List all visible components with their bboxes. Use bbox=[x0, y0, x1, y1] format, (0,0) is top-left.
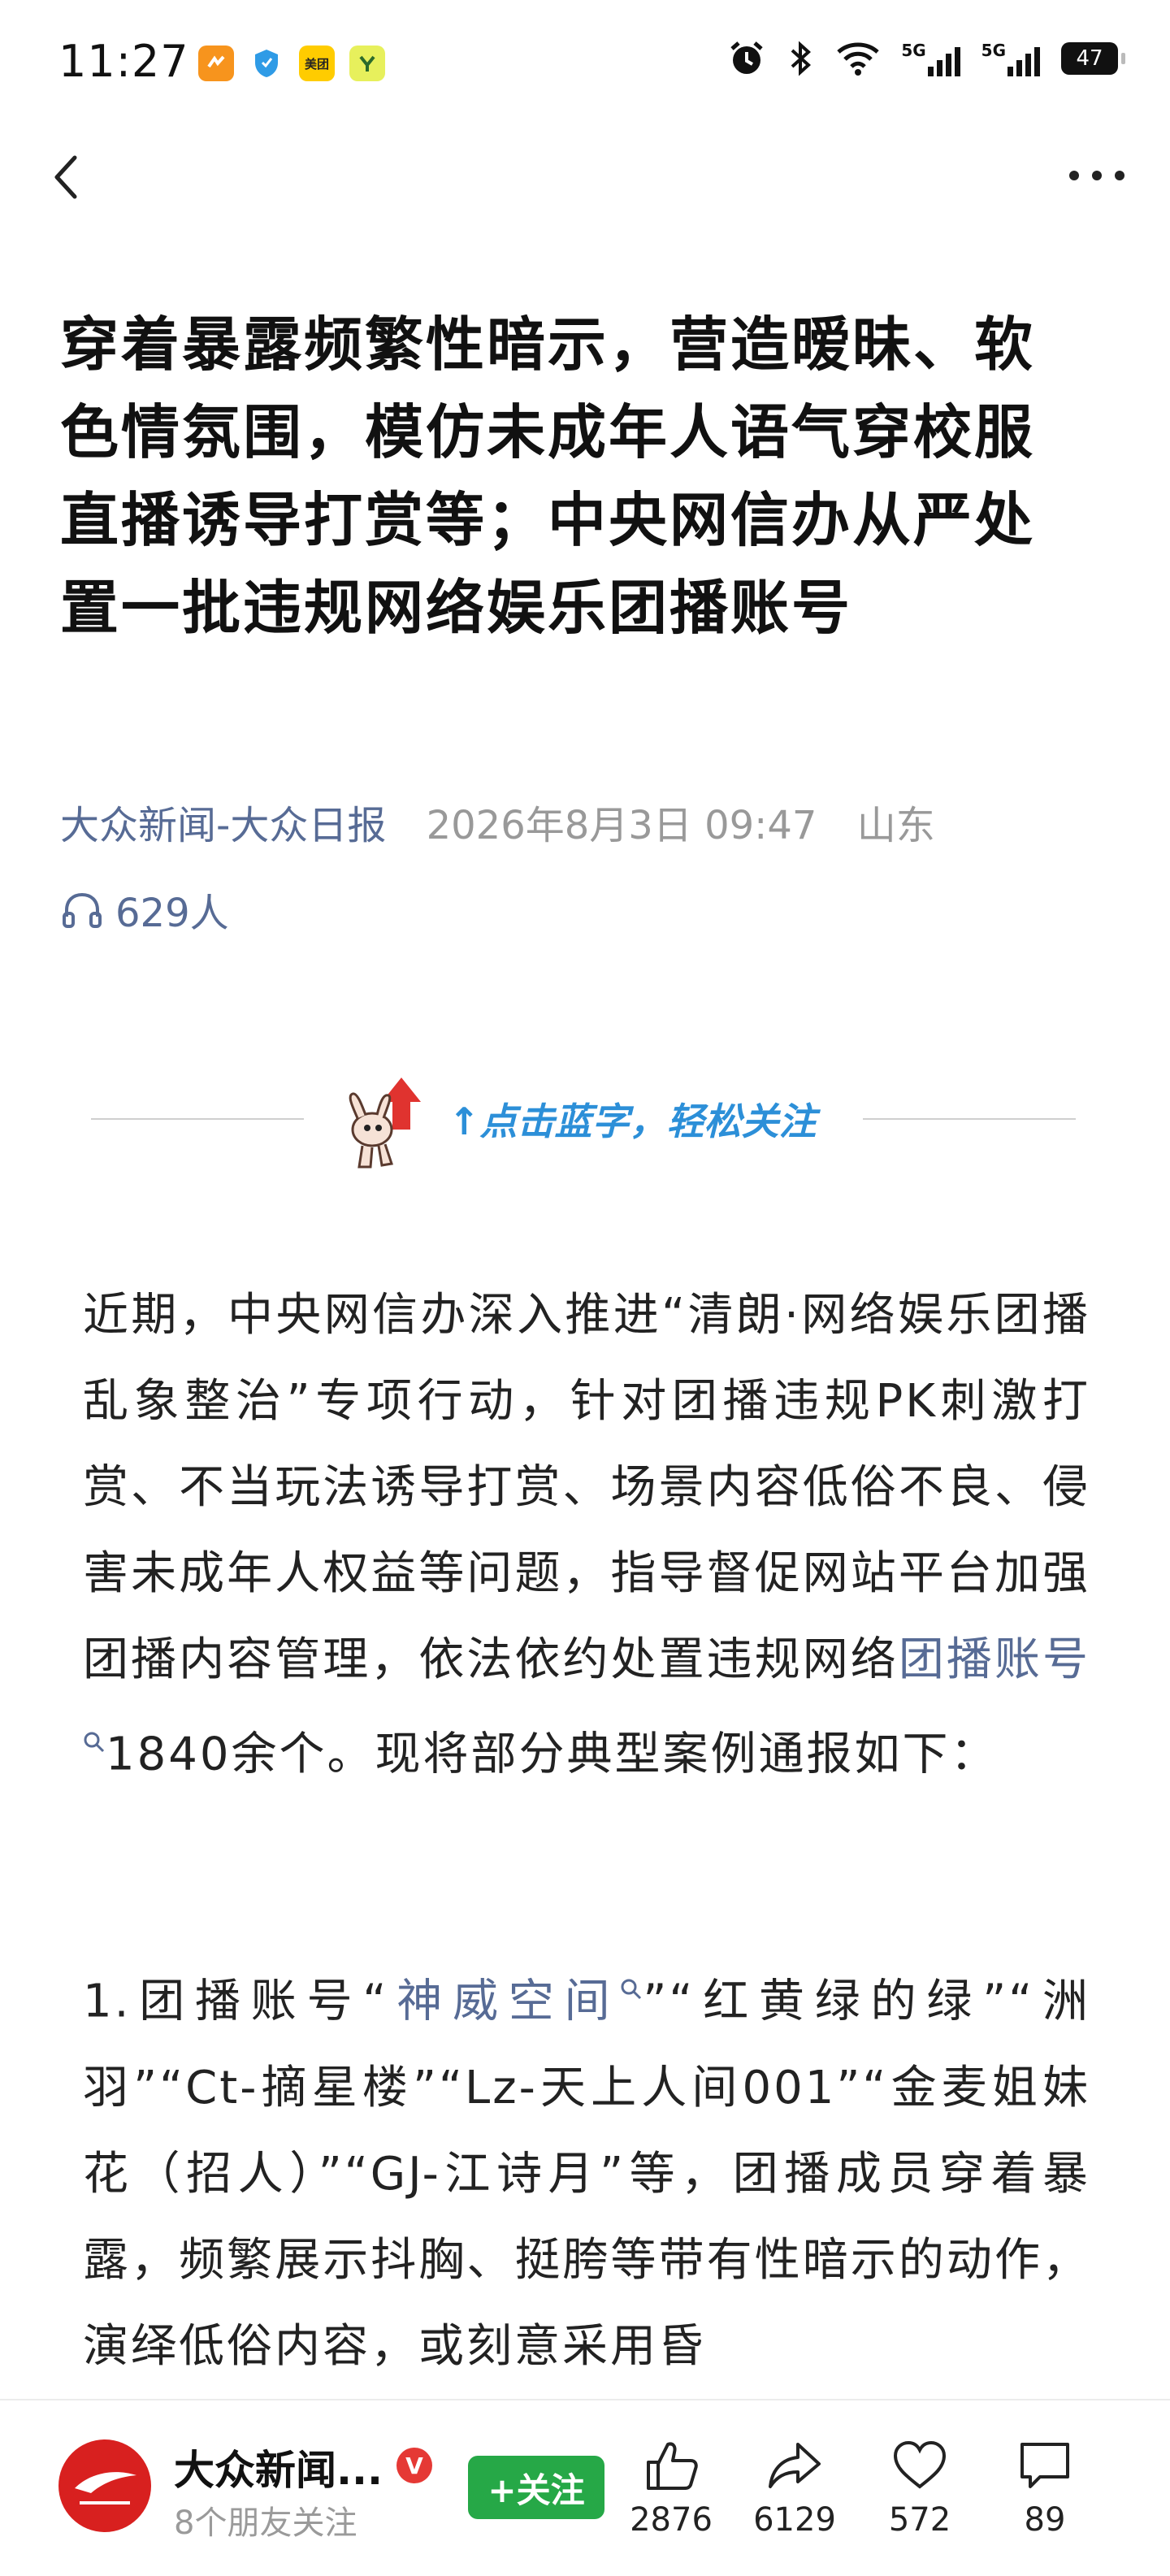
follow-banner[interactable]: ↑点击蓝字，轻松关注 bbox=[0, 1056, 1170, 1178]
signal-5g-icon: 5G bbox=[901, 41, 960, 76]
rabbit-mascot-icon bbox=[349, 1078, 421, 1169]
favorite-count: 572 bbox=[888, 2501, 951, 2539]
like-count: 2876 bbox=[630, 2501, 713, 2539]
share-count: 6129 bbox=[753, 2501, 836, 2539]
keyword-search-link[interactable]: 神威空间 bbox=[388, 1975, 620, 2028]
headphones-icon bbox=[63, 892, 102, 928]
account-name[interactable]: 大众新闻... bbox=[174, 2438, 383, 2496]
more-options-icon[interactable] bbox=[1064, 159, 1129, 192]
like-button[interactable]: 2876 bbox=[614, 2436, 728, 2539]
comment-count: 89 bbox=[1024, 2501, 1066, 2539]
article-date: 2026年8月3日 09:47 bbox=[426, 803, 817, 848]
status-bar: 11:27 美团 5G 5G 47 bbox=[0, 0, 1170, 130]
system-icons: 5G 5G 47 bbox=[727, 39, 1125, 78]
wifi-icon bbox=[837, 42, 880, 76]
back-arrow-icon[interactable] bbox=[42, 153, 91, 202]
paragraph-text: ”“红黄绿的绿”“洲羽”“Ct-摘星楼”“Lz-天上人间001”“金麦姐妹花（招… bbox=[83, 1975, 1090, 2373]
divider-line bbox=[91, 1118, 304, 1120]
search-icon bbox=[620, 1950, 643, 2036]
article-title: 穿着暴露频繁性暗示，营造暧昧、软色情氛围，模仿未成年人语气穿校服直播诱导打赏等；… bbox=[60, 310, 1036, 642]
search-icon bbox=[83, 1703, 106, 1789]
article-paragraph: 1.团播账号“神威空间 ”“红黄绿的绿”“洲羽”“Ct-摘星楼”“Lz-天上人间… bbox=[83, 1950, 1090, 2381]
follow-hint-text[interactable]: ↑点击蓝字，轻松关注 bbox=[448, 1092, 817, 1146]
heart-icon bbox=[893, 2440, 947, 2489]
comment-button[interactable]: 89 bbox=[988, 2436, 1102, 2539]
status-time: 11:27 bbox=[58, 36, 189, 87]
share-arrow-icon bbox=[769, 2443, 821, 2488]
signal-5g-icon-2: 5G bbox=[982, 41, 1040, 76]
alarm-icon bbox=[730, 41, 763, 74]
thumbs-up-icon bbox=[647, 2442, 698, 2490]
paragraph-text: 1840余个。现将部分典型案例通报如下： bbox=[106, 1728, 999, 1781]
notification-app-icon-2 bbox=[349, 46, 385, 81]
listener-count: 629人 bbox=[115, 891, 229, 936]
article-meta: 大众新闻-大众日报 2026年8月3日 09:47 山东 bbox=[60, 793, 963, 850]
notification-app-icon bbox=[198, 46, 234, 81]
follow-button[interactable]: +关注 bbox=[468, 2456, 604, 2519]
divider-line bbox=[863, 1118, 1076, 1120]
keyword-search-link[interactable]: 团播账号 bbox=[899, 1633, 1090, 1686]
paragraph-text: 近期，中央网信办深入推进“清朗·网络娱乐团播乱象整治”专项行动，针对团播违规PK… bbox=[83, 1289, 1090, 1686]
friends-following-text: 8个朋友关注 bbox=[174, 2504, 358, 2542]
article-paragraph: 近期，中央网信办深入推进“清朗·网络娱乐团播乱象整治”专项行动，针对团播违规PK… bbox=[83, 1273, 1090, 1798]
favorite-button[interactable]: 572 bbox=[863, 2436, 977, 2539]
share-button[interactable]: 6129 bbox=[738, 2436, 852, 2539]
nav-bar bbox=[0, 130, 1170, 228]
article-region: 山东 bbox=[856, 803, 935, 848]
account-avatar[interactable] bbox=[58, 2439, 151, 2532]
article-source-link[interactable]: 大众新闻-大众日报 bbox=[60, 803, 386, 848]
comment-bubble-icon bbox=[1020, 2443, 1069, 2488]
shield-icon bbox=[249, 46, 284, 81]
meituan-icon: 美团 bbox=[299, 46, 335, 81]
battery-icon: 47 bbox=[1061, 42, 1125, 75]
paragraph-text: 1.团播账号“ bbox=[83, 1975, 389, 2028]
listen-count-button[interactable]: 629人 bbox=[60, 881, 229, 938]
bottom-action-bar: 大众新闻... V 8个朋友关注 +关注 2876 6129 572 89 bbox=[0, 2399, 1170, 2576]
bluetooth-icon bbox=[791, 41, 812, 76]
verified-badge-icon: V bbox=[396, 2448, 432, 2483]
